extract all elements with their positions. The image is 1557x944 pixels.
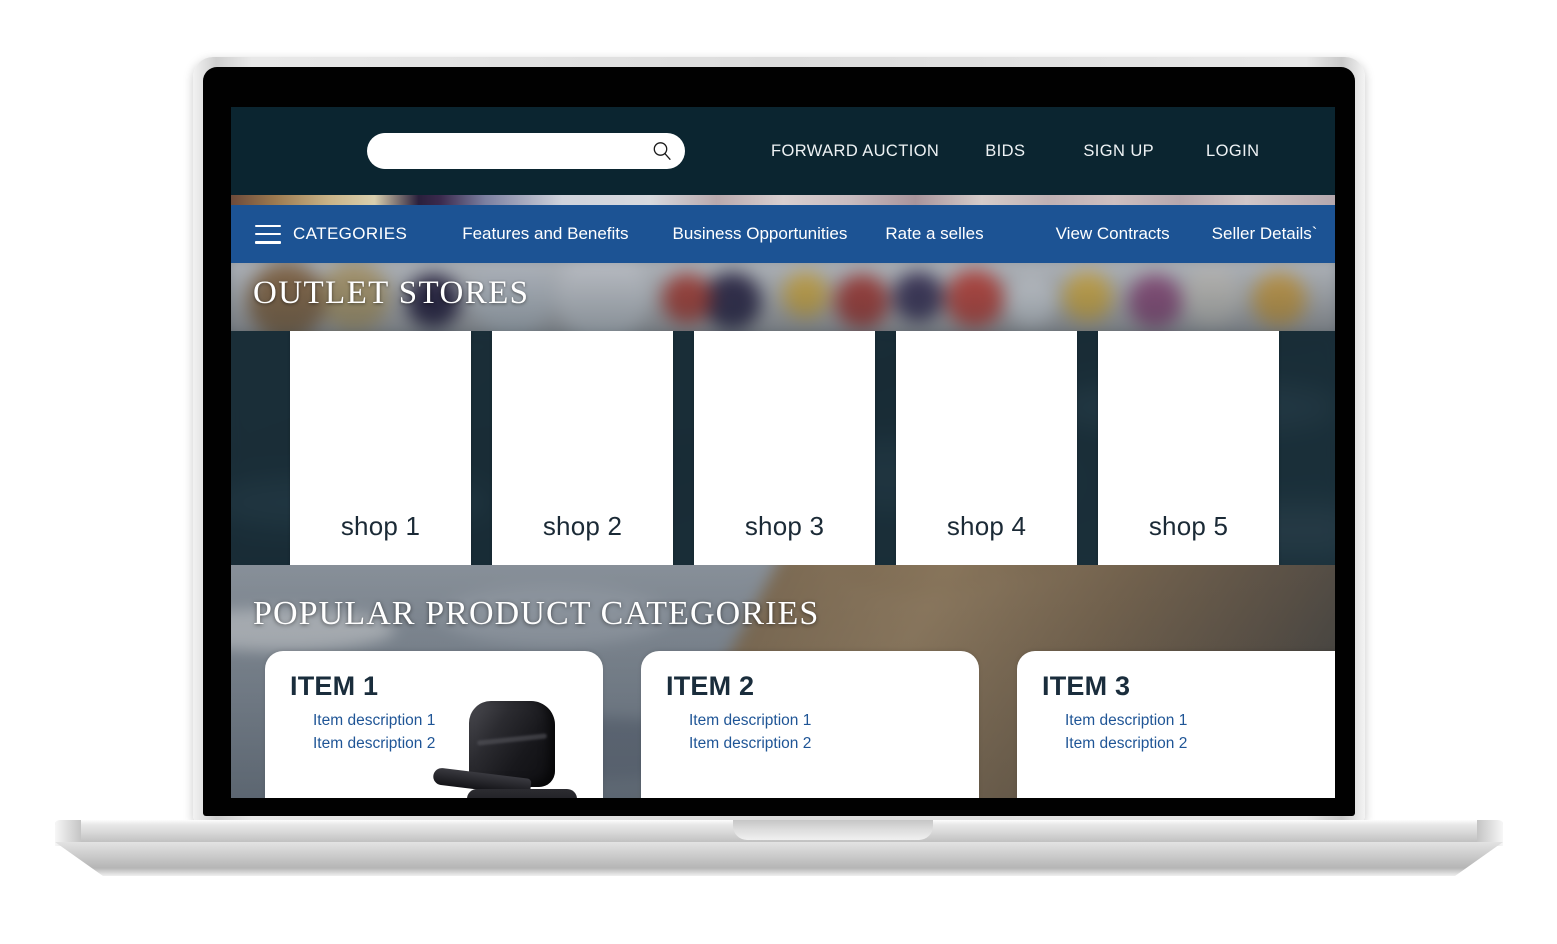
items-row: ITEM 1 Item description 1 Item descripti… <box>231 651 1335 798</box>
shops-row: shop 1 shop 2 shop 3 shop 4 shop 5 <box>231 331 1335 565</box>
shop-card-label: shop 2 <box>542 511 623 541</box>
shop-card[interactable]: shop 2 <box>492 331 673 565</box>
nav-link-forward-auction[interactable]: FORWARD AUCTION <box>771 142 939 161</box>
nav-link-rate-a-seller[interactable]: Rate a selles <box>885 224 983 244</box>
nav-link-seller-details[interactable]: Seller Details` <box>1212 224 1318 244</box>
item-card-descriptions: Item description 1 Item description 2 <box>1065 711 1187 755</box>
nav-link-business-opportunities[interactable]: Business Opportunities <box>673 224 848 244</box>
item-description-1: Item description 1 <box>689 712 812 729</box>
nav-link-bids[interactable]: BIDS <box>985 142 1025 161</box>
item-card[interactable]: ITEM 2 Item description 1 Item descripti… <box>641 651 979 798</box>
office-chair-image <box>417 697 597 798</box>
outlet-body: shop 1 shop 2 shop 3 shop 4 shop 5 <box>231 331 1335 565</box>
item-description-2: Item description 2 <box>689 734 812 752</box>
browser-viewport: FORWARD AUCTION BIDS SIGN UP LOGIN CATEG… <box>231 107 1335 798</box>
shop-card[interactable]: shop 1 <box>290 331 471 565</box>
header-nav: FORWARD AUCTION BIDS SIGN UP LOGIN <box>771 107 1259 195</box>
laptop-mockup: FORWARD AUCTION BIDS SIGN UP LOGIN CATEG… <box>0 0 1557 944</box>
search-bar[interactable] <box>367 133 685 169</box>
nav-link-features-and-benefits[interactable]: Features and Benefits <box>462 224 628 244</box>
item-card-descriptions: Item description 1 Item description 2 <box>689 711 811 755</box>
search-icon[interactable] <box>645 134 679 168</box>
nav-link-sign-up[interactable]: SIGN UP <box>1083 142 1154 161</box>
laptop-base-notch <box>733 820 933 840</box>
category-nav-bar: CATEGORIES Features and Benefits Busines… <box>231 205 1335 263</box>
popular-product-categories-title: POPULAR PRODUCT CATEGORIES <box>253 595 820 632</box>
item-card[interactable]: ITEM 3 Item description 1 Item descripti… <box>1017 651 1335 798</box>
categories-label[interactable]: CATEGORIES <box>293 224 407 244</box>
shop-card-label: shop 1 <box>340 511 421 541</box>
laptop-base <box>55 820 1503 878</box>
hamburger-icon[interactable] <box>255 224 281 244</box>
decorative-photo-strip <box>231 195 1335 205</box>
item-card[interactable]: ITEM 1 Item description 1 Item descripti… <box>265 651 603 798</box>
shop-card-label: shop 5 <box>1148 511 1229 541</box>
outlet-stores-title: OUTLET STORES <box>253 275 530 311</box>
item-card-title: ITEM 3 <box>1042 671 1131 701</box>
nav-link-view-contracts[interactable]: View Contracts <box>1056 224 1170 244</box>
shop-card[interactable]: shop 4 <box>896 331 1077 565</box>
popular-product-categories-section: POPULAR PRODUCT CATEGORIES ITEM 1 Item d… <box>231 565 1335 798</box>
shop-card[interactable]: shop 5 <box>1098 331 1279 565</box>
item-card-title: ITEM 2 <box>666 671 755 701</box>
item-description-2: Item description 2 <box>1065 734 1188 752</box>
item-card-title: ITEM 1 <box>290 671 379 701</box>
laptop-base-front <box>55 842 1503 876</box>
item-description-1: Item description 1 <box>1065 712 1188 729</box>
nav-link-login[interactable]: LOGIN <box>1206 142 1259 161</box>
shop-card-label: shop 3 <box>744 511 825 541</box>
shop-card[interactable]: shop 3 <box>694 331 875 565</box>
outlet-stores-section: OUTLET STORES shop 1 shop 2 shop 3 shop <box>231 263 1335 565</box>
search-input[interactable] <box>383 134 645 168</box>
site-header: FORWARD AUCTION BIDS SIGN UP LOGIN <box>231 107 1335 195</box>
shop-card-label: shop 4 <box>946 511 1027 541</box>
